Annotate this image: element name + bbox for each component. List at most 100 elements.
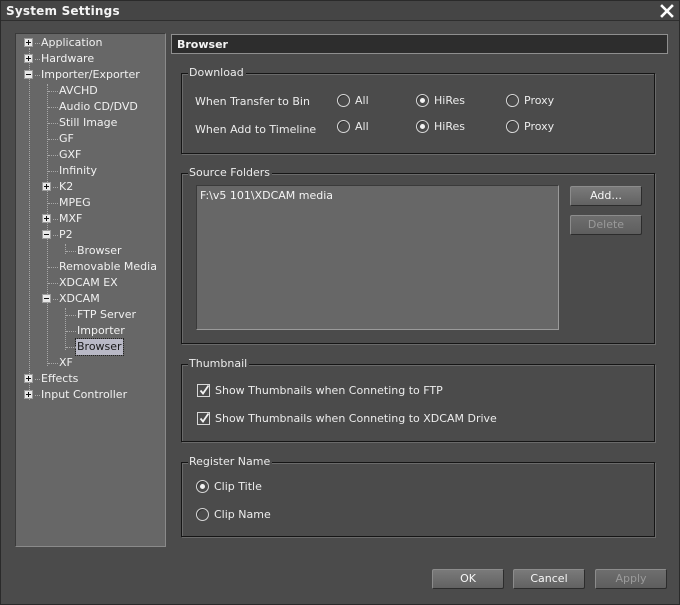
expand-icon[interactable] — [42, 214, 51, 223]
transfer-to-bin-hires-radio[interactable]: HiRes — [416, 94, 465, 107]
thumbnails-xdcam-drive-checkbox[interactable]: Show Thumbnails when Conneting to XDCAM … — [197, 412, 497, 425]
tree-item-importer-exporter[interactable]: Importer/Exporter — [24, 67, 141, 83]
tree-item-p2[interactable]: P2 — [42, 227, 74, 243]
collapse-icon[interactable] — [42, 230, 51, 239]
tree-item-avchd[interactable]: AVCHD — [42, 83, 99, 99]
download-group-title: Download — [188, 66, 246, 80]
radio-label: Clip Name — [214, 508, 271, 521]
transfer-to-bin-all-radio[interactable]: All — [337, 94, 369, 107]
tree-item-xdcam-ex[interactable]: XDCAM EX — [42, 275, 119, 291]
register-name-group: Register Name — [181, 455, 655, 537]
clip-name-radio[interactable]: Clip Name — [196, 508, 271, 521]
radio-button-icon — [337, 120, 350, 133]
tree-item-application[interactable]: Application — [24, 35, 103, 51]
tree-connector — [48, 171, 58, 172]
source-folders-group-title: Source Folders — [188, 166, 273, 180]
apply-button[interactable]: Apply — [595, 569, 667, 589]
radio-button-selected-icon — [196, 480, 209, 493]
tree-item-removable-media[interactable]: Removable Media — [42, 259, 158, 275]
source-folders-list[interactable]: F:\v5 101\XDCAM media — [196, 185, 559, 330]
tree-item-label: Audio CD/DVD — [59, 100, 138, 113]
checkbox-label: Show Thumbnails when Conneting to XDCAM … — [215, 412, 497, 425]
tree-item-input-controller[interactable]: Input Controller — [24, 387, 128, 403]
tree-item-p2-browser[interactable]: Browser — [60, 243, 123, 259]
transfer-to-bin-proxy-radio[interactable]: Proxy — [506, 94, 554, 107]
tree-item-gxf[interactable]: GXF — [42, 147, 82, 163]
tree-connector — [48, 267, 58, 268]
tree-item-infinity[interactable]: Infinity — [42, 163, 98, 179]
tree-connector — [48, 139, 58, 140]
tree-item-label: Effects — [41, 372, 79, 385]
tree-item-label: MXF — [59, 212, 83, 225]
thumbnails-ftp-checkbox[interactable]: Show Thumbnails when Conneting to FTP — [197, 384, 443, 397]
source-folder-item[interactable]: F:\v5 101\XDCAM media — [200, 189, 333, 202]
add-to-timeline-proxy-radio[interactable]: Proxy — [506, 120, 554, 133]
tree-item-label: Infinity — [59, 164, 97, 177]
tree-connector — [53, 219, 58, 220]
tree-connector — [48, 203, 58, 204]
tree-item-label: Importer/Exporter — [41, 68, 140, 81]
tree-item-label: XF — [59, 356, 73, 369]
expand-icon[interactable] — [24, 38, 33, 47]
radio-label: Proxy — [524, 120, 555, 133]
tree-connector — [35, 75, 40, 76]
tree-connector — [66, 251, 76, 252]
tree-connector — [66, 347, 76, 348]
download-group: Download — [181, 66, 655, 154]
radio-label: Proxy — [524, 94, 555, 107]
tree-item-label: GF — [59, 132, 74, 145]
tree-connector — [66, 331, 76, 332]
tree-item-xdcam-browser[interactable]: Browser — [60, 338, 124, 356]
tree-item-mpeg[interactable]: MPEG — [42, 195, 92, 211]
tree-item-label: Hardware — [41, 52, 95, 65]
tree-item-label: Removable Media — [59, 260, 157, 273]
tree-item-hardware[interactable]: Hardware — [24, 51, 95, 67]
tree-item-xdcam[interactable]: XDCAM — [42, 291, 101, 307]
expand-icon[interactable] — [24, 390, 33, 399]
tree-item-audio-cd-dvd[interactable]: Audio CD/DVD — [42, 99, 139, 115]
add-to-timeline-all-radio[interactable]: All — [337, 120, 369, 133]
radio-button-selected-icon — [416, 120, 429, 133]
close-icon — [660, 4, 674, 18]
tree-item-label: Input Controller — [41, 388, 128, 401]
tree-item-k2[interactable]: K2 — [42, 179, 74, 195]
checkbox-checked-icon — [197, 384, 210, 397]
radio-label: HiRes — [434, 120, 465, 133]
radio-label: All — [355, 120, 369, 133]
thumbnail-group: Thumbnail — [181, 357, 655, 442]
close-button[interactable] — [659, 3, 675, 19]
tree-connector — [48, 283, 58, 284]
cancel-button[interactable]: Cancel — [513, 569, 585, 589]
register-name-group-title: Register Name — [188, 455, 273, 469]
settings-tree[interactable]: Application Hardware Importer/Exporter A… — [15, 33, 166, 547]
radio-button-icon — [337, 94, 350, 107]
tree-item-still-image[interactable]: Still Image — [42, 115, 118, 131]
add-to-timeline-hires-radio[interactable]: HiRes — [416, 120, 465, 133]
tree-connector — [35, 379, 40, 380]
expand-icon[interactable] — [24, 374, 33, 383]
expand-icon[interactable] — [24, 54, 33, 63]
tree-item-ftp-server[interactable]: FTP Server — [60, 307, 137, 323]
title-bar: System Settings — [1, 1, 679, 21]
collapse-icon[interactable] — [24, 70, 33, 79]
tree-item-label: Importer — [77, 324, 125, 337]
ok-button[interactable]: OK — [432, 569, 504, 589]
expand-icon[interactable] — [42, 182, 51, 191]
panel-title: Browser — [177, 38, 228, 51]
add-folder-button[interactable]: Add... — [570, 186, 642, 206]
tree-connector — [53, 235, 58, 236]
panel-header: Browser — [171, 34, 668, 54]
tree-item-importer[interactable]: Importer — [60, 323, 126, 339]
tree-item-mxf[interactable]: MXF — [42, 211, 83, 227]
radio-label: All — [355, 94, 369, 107]
tree-item-xf[interactable]: XF — [42, 355, 74, 371]
tree-connector — [35, 43, 40, 44]
collapse-icon[interactable] — [42, 294, 51, 303]
tree-connector — [66, 315, 76, 316]
delete-folder-button[interactable]: Delete — [570, 215, 642, 235]
clip-title-radio[interactable]: Clip Title — [196, 480, 262, 493]
tree-item-effects[interactable]: Effects — [24, 371, 79, 387]
tree-item-gf[interactable]: GF — [42, 131, 75, 147]
tree-connector — [48, 123, 58, 124]
tree-connector — [48, 91, 58, 92]
